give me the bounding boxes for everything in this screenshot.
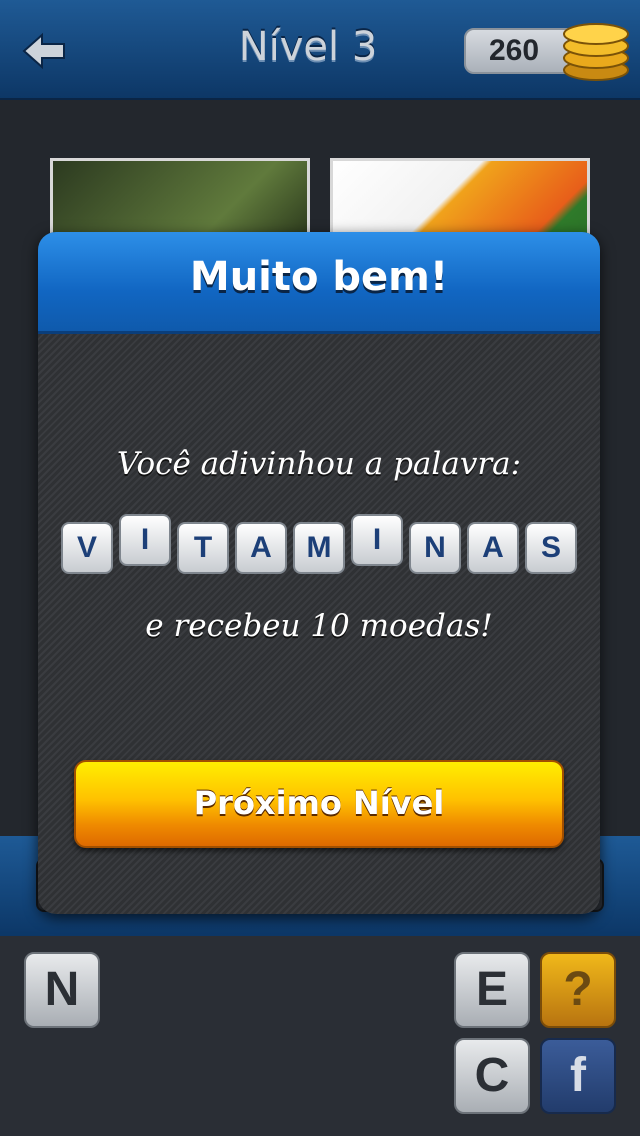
word-letter: A bbox=[235, 522, 287, 574]
dialog-header: Muito bem! bbox=[38, 232, 600, 334]
word-letter: I bbox=[351, 514, 403, 566]
letter-tile[interactable]: E bbox=[454, 952, 530, 1028]
coin-count: 260 bbox=[488, 34, 540, 67]
word-letter: S bbox=[525, 522, 577, 574]
word-letter: T bbox=[177, 522, 229, 574]
coins-icon bbox=[560, 14, 632, 84]
next-level-button[interactable]: Próximo Nível bbox=[74, 760, 564, 848]
hint-button[interactable]: ? bbox=[540, 952, 616, 1028]
word-letter: I bbox=[119, 514, 171, 566]
next-level-label: Próximo Nível bbox=[193, 784, 445, 822]
word-letter: M bbox=[293, 522, 345, 574]
word-letter: V bbox=[61, 522, 113, 574]
reward-message: e recebeu 10 moedas! bbox=[145, 608, 493, 644]
success-dialog: Muito bem! Você adivinhou a palavra: V I… bbox=[38, 232, 600, 914]
word-letter: N bbox=[409, 522, 461, 574]
letter-tile[interactable]: C bbox=[454, 1038, 530, 1114]
dialog-title: Muito bem! bbox=[189, 254, 449, 300]
letter-tile[interactable]: N bbox=[24, 952, 100, 1028]
dialog-message: Você adivinhou a palavra: bbox=[116, 446, 522, 482]
word-letter: A bbox=[467, 522, 519, 574]
facebook-share-button[interactable]: f bbox=[540, 1038, 616, 1114]
top-bar: Nível 3 260 bbox=[0, 0, 640, 100]
